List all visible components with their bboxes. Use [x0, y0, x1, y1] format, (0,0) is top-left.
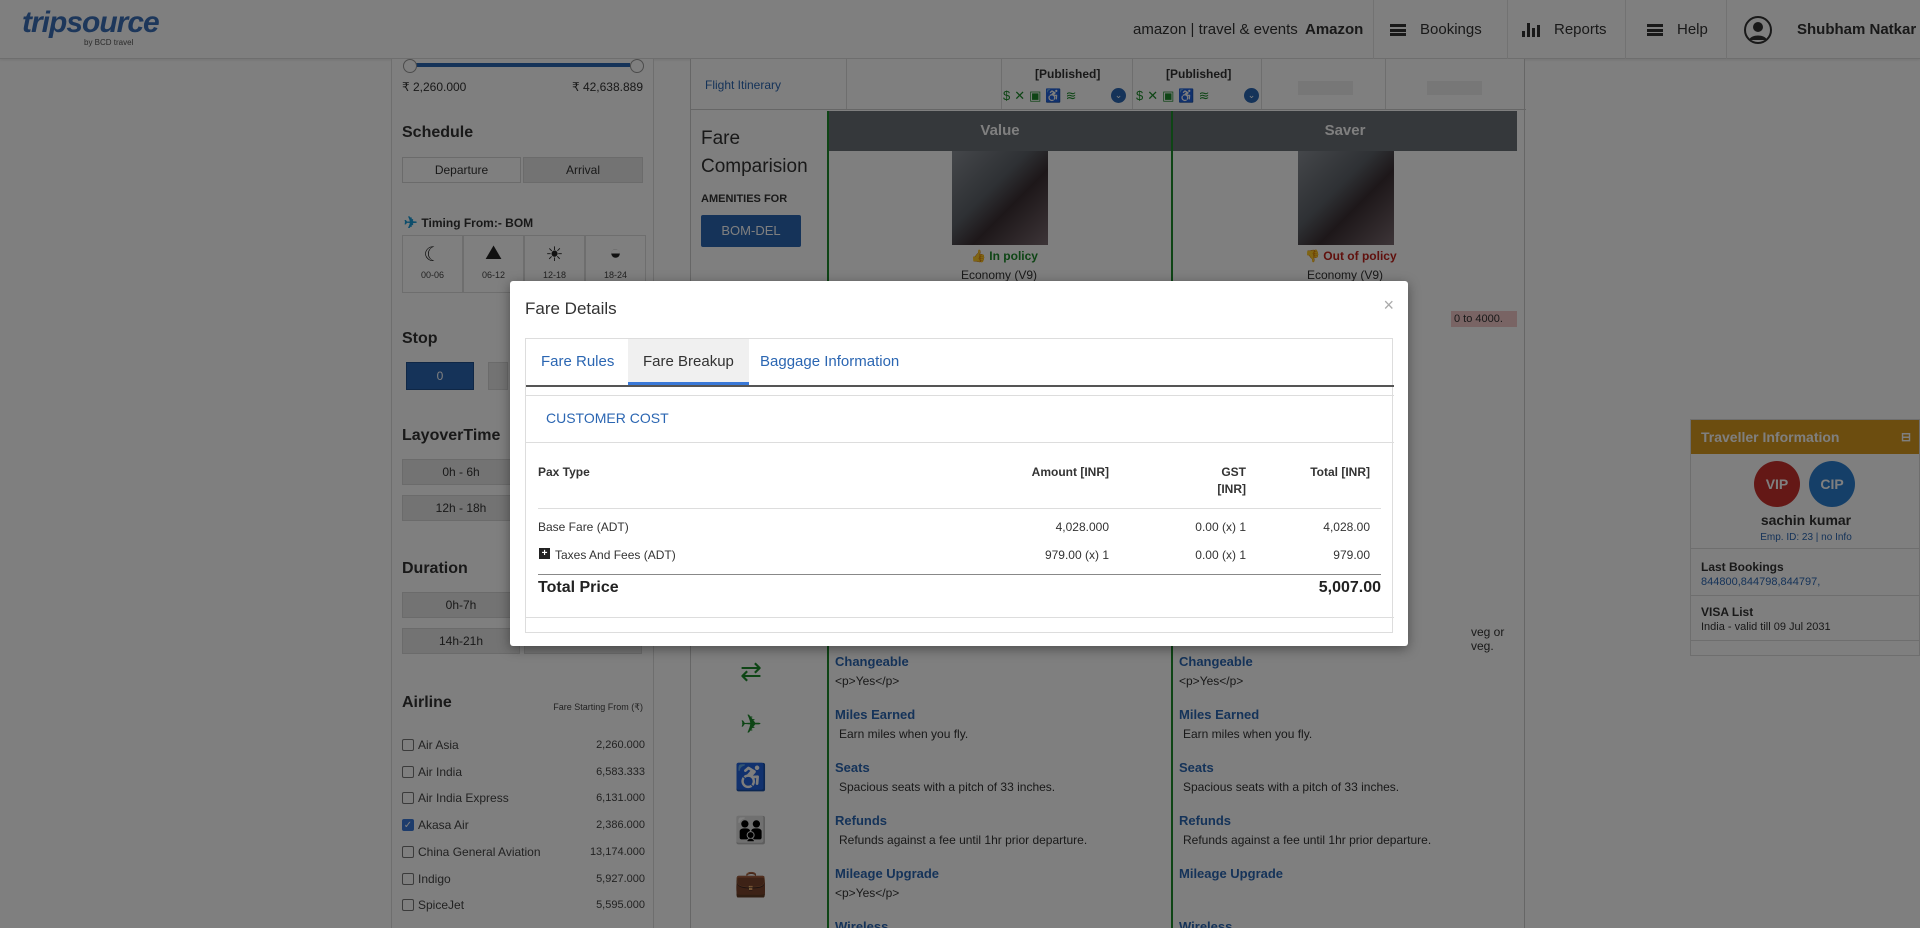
- fare-details-modal: Fare Details × Fare Rules Fare Breakup B…: [510, 281, 1408, 646]
- close-icon[interactable]: ×: [1383, 295, 1394, 316]
- modal-content: Fare Rules Fare Breakup Baggage Informat…: [525, 338, 1394, 633]
- row-taxes-total: 979.00: [1333, 548, 1370, 562]
- row-base-fare-pax: Base Fare (ADT): [538, 520, 629, 534]
- tab-fare-rules[interactable]: Fare Rules: [526, 339, 629, 385]
- expand-plus-icon[interactable]: +: [539, 548, 550, 559]
- row-base-fare-amount: 4,028.000: [1055, 520, 1109, 534]
- tab-baggage-information[interactable]: Baggage Information: [745, 339, 914, 385]
- col-amount: Amount [INR]: [1031, 465, 1109, 479]
- col-gst: GST [INR]: [1217, 465, 1246, 496]
- total-price-label: Total Price: [538, 579, 619, 596]
- row-base-fare-total: 4,028.00: [1323, 520, 1370, 534]
- row-taxes-pax: Taxes And Fees (ADT): [555, 548, 676, 562]
- tab-fare-breakup[interactable]: Fare Breakup: [628, 339, 749, 385]
- row-taxes-gst: 0.00 (x) 1: [1195, 548, 1246, 562]
- col-total: Total [INR]: [1310, 465, 1370, 479]
- customer-cost-heading: CUSTOMER COST: [546, 410, 669, 426]
- row-taxes-amount: 979.00 (x) 1: [1044, 548, 1109, 562]
- modal-title: Fare Details: [525, 299, 617, 318]
- total-price-value: 5,007.00: [1318, 579, 1381, 596]
- col-pax-type: Pax Type: [538, 465, 590, 479]
- row-base-fare-gst: 0.00 (x) 1: [1195, 520, 1246, 534]
